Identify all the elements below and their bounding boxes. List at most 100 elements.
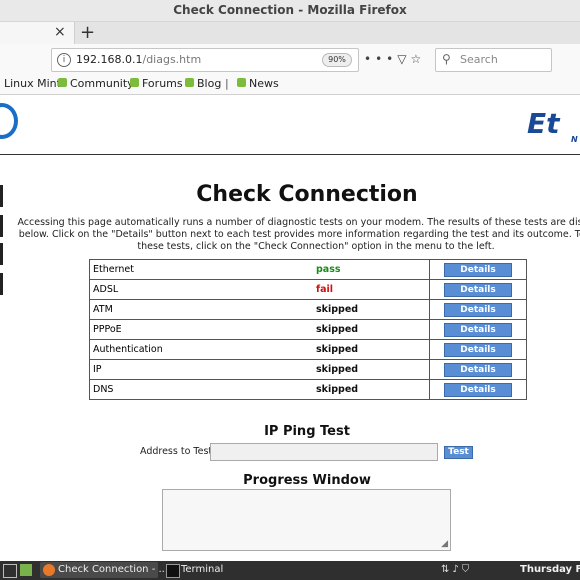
- url-text[interactable]: 192.168.0.1/diags.htm: [76, 53, 201, 66]
- favicon-icon: [130, 78, 139, 87]
- page-actions: •••▽☆: [364, 52, 425, 66]
- taskbar: Check Connection - ... Terminal ⇅♪⛉ Thur…: [0, 561, 580, 580]
- test-result: skipped: [304, 359, 430, 380]
- bookmark-blog[interactable]: Blog: [185, 77, 221, 90]
- test-row: IP skipped Details: [89, 359, 527, 380]
- progress-window-title: Progress Window: [243, 473, 371, 488]
- window-title: Check Connection - Mozilla Firefox: [173, 3, 407, 17]
- bookmark-star-icon[interactable]: ☆: [410, 52, 425, 66]
- bookmarks-toolbar: Linux Mint Community Forums Blog | News: [0, 74, 580, 95]
- task-label: Check Connection - ...: [58, 564, 169, 575]
- firefox-icon: [43, 564, 55, 576]
- brand-logo-icon: [0, 103, 18, 139]
- details-button[interactable]: Details: [444, 382, 512, 397]
- details-button[interactable]: Details: [444, 282, 512, 297]
- details-cell: Details: [429, 339, 527, 360]
- side-menu-tab[interactable]: [0, 243, 3, 265]
- info-icon[interactable]: i: [57, 53, 71, 67]
- favicon-icon: [58, 78, 67, 87]
- url-host: 192.168.0.1: [76, 53, 143, 66]
- bookmark-forums[interactable]: Forums: [130, 77, 183, 90]
- details-button[interactable]: Details: [444, 322, 512, 337]
- details-button[interactable]: Details: [444, 342, 512, 357]
- details-cell: Details: [429, 359, 527, 380]
- search-icon: ⚲: [442, 52, 451, 66]
- details-cell: Details: [429, 279, 527, 300]
- test-name: ADSL: [89, 279, 304, 300]
- header-divider: [0, 154, 580, 155]
- menu-icon[interactable]: [3, 564, 17, 578]
- test-result: skipped: [304, 379, 430, 400]
- details-button[interactable]: Details: [444, 362, 512, 377]
- taskbar-task-firefox[interactable]: Check Connection - ...: [40, 562, 168, 578]
- side-menu-tab[interactable]: [0, 215, 3, 237]
- terminal-icon: [166, 564, 180, 578]
- test-result: fail: [304, 279, 430, 300]
- logo-text: Et: [527, 107, 560, 140]
- more-icon[interactable]: •••: [364, 52, 397, 66]
- browser-tab[interactable]: ×: [0, 22, 75, 44]
- details-button[interactable]: Details: [444, 302, 512, 317]
- test-name: Authentication: [89, 339, 304, 360]
- logo-subtext: NE: [571, 135, 580, 144]
- file-manager-icon[interactable]: [20, 564, 32, 576]
- bookmark-label: News: [249, 77, 279, 90]
- address-label: Address to Test:: [140, 446, 216, 457]
- test-result: pass: [304, 259, 430, 280]
- bookmark-label: Community: [70, 77, 134, 90]
- taskbar-task-terminal[interactable]: Terminal: [163, 562, 253, 578]
- progress-window[interactable]: ◢: [162, 489, 451, 551]
- ping-test-button[interactable]: Test: [444, 446, 473, 459]
- ping-test-title: IP Ping Test: [264, 424, 350, 439]
- details-cell: Details: [429, 259, 527, 280]
- favicon-icon: [185, 78, 194, 87]
- test-row: Authentication skipped Details: [89, 339, 527, 360]
- navigation-bar: i 192.168.0.1/diags.htm 90% •••▽☆ ⚲ Sear…: [0, 44, 580, 74]
- pocket-icon[interactable]: ▽: [397, 52, 410, 66]
- details-cell: Details: [429, 299, 527, 320]
- test-row: DNS skipped Details: [89, 379, 527, 400]
- window-titlebar: Check Connection - Mozilla Firefox: [0, 0, 580, 22]
- test-name: ATM: [89, 299, 304, 320]
- test-name: DNS: [89, 379, 304, 400]
- test-row: PPPoE skipped Details: [89, 319, 527, 340]
- url-bar[interactable]: i 192.168.0.1/diags.htm 90%: [51, 48, 359, 72]
- tab-strip: × +: [0, 22, 580, 44]
- bookmark-label: Blog: [197, 77, 222, 90]
- search-box[interactable]: ⚲ Search: [435, 48, 552, 72]
- resize-grip-icon[interactable]: ◢: [441, 539, 448, 549]
- test-row: ATM skipped Details: [89, 299, 527, 320]
- clock[interactable]: Thursday Feb: [520, 564, 580, 575]
- bookmark-linux-mint[interactable]: Linux Mint: [4, 77, 61, 90]
- bookmark-community[interactable]: Community: [58, 77, 134, 90]
- test-result: skipped: [304, 299, 430, 320]
- test-name: PPPoE: [89, 319, 304, 340]
- bookmark-separator: |: [225, 77, 229, 90]
- update-shield-icon[interactable]: ⛉: [462, 564, 473, 575]
- page-description: Accessing this page automatically runs a…: [17, 217, 580, 252]
- address-input[interactable]: [210, 443, 438, 461]
- network-icon[interactable]: ⇅: [441, 564, 452, 575]
- details-button[interactable]: Details: [444, 262, 512, 277]
- search-placeholder: Search: [460, 53, 498, 66]
- volume-icon[interactable]: ♪: [452, 564, 461, 575]
- zoom-badge[interactable]: 90%: [322, 53, 352, 67]
- url-path: /diags.htm: [142, 53, 202, 66]
- diagnostic-table: Ethernet pass Details ADSL fail Details ATM ski…: [89, 259, 527, 400]
- new-tab-button[interactable]: +: [80, 22, 95, 43]
- test-result: skipped: [304, 319, 430, 340]
- side-menu-tab[interactable]: [0, 273, 3, 295]
- close-tab-icon[interactable]: ×: [54, 24, 66, 40]
- details-cell: Details: [429, 379, 527, 400]
- bookmark-news[interactable]: News: [237, 77, 279, 90]
- brand-logo: Et NE: [527, 107, 580, 144]
- test-result: skipped: [304, 339, 430, 360]
- task-label: Terminal: [181, 564, 224, 575]
- test-name: Ethernet: [89, 259, 304, 280]
- page-title: Check Connection: [196, 182, 418, 207]
- favicon-icon: [237, 78, 246, 87]
- test-name: IP: [89, 359, 304, 380]
- details-cell: Details: [429, 319, 527, 340]
- test-row: ADSL fail Details: [89, 279, 527, 300]
- bookmark-label: Forums: [142, 77, 183, 90]
